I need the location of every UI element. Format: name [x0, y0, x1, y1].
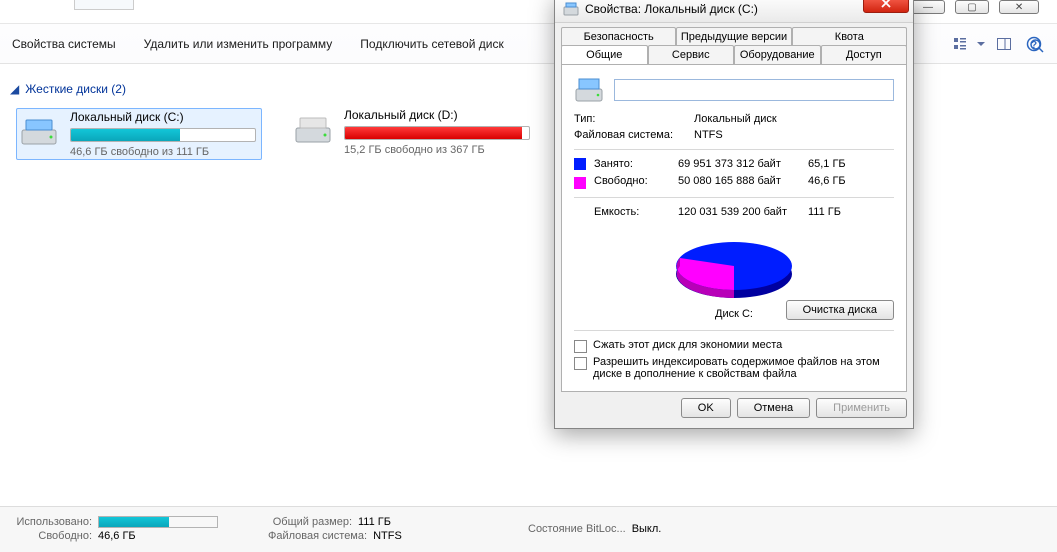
apply-button[interactable]: Применить: [816, 398, 907, 418]
tab-sharing[interactable]: Доступ: [821, 45, 908, 64]
system-properties-link[interactable]: Свойства системы: [12, 37, 116, 51]
preview-thumb: [74, 0, 134, 10]
status-free-value: 46,6 ГБ: [98, 530, 136, 542]
capacity-bytes: 120 031 539 200 байт: [678, 206, 808, 218]
drive-name: Локальный диск (D:): [344, 108, 538, 122]
window-controls: — ▢ ✕: [911, 0, 1039, 14]
tab-security[interactable]: Безопасность: [561, 27, 676, 46]
index-label: Разрешить индексировать содержимое файло…: [593, 356, 894, 380]
status-free-label: Свободно:: [8, 530, 92, 542]
chevron-down-icon[interactable]: [977, 42, 985, 46]
volume-label-input[interactable]: [614, 79, 894, 101]
pie-chart: [654, 226, 814, 306]
status-total-label: Общий размер:: [268, 516, 352, 528]
dialog-close-button[interactable]: [863, 0, 909, 13]
status-used-label: Использовано:: [8, 516, 92, 528]
capacity-label: Емкость:: [594, 206, 678, 218]
ok-button[interactable]: OK: [681, 398, 731, 418]
drive-icon: [574, 75, 604, 105]
map-network-drive-link[interactable]: Подключить сетевой диск: [360, 37, 503, 51]
preview-pane-icon[interactable]: [993, 33, 1015, 55]
tab-panel-general: Тип:Локальный диск Файловая система:NTFS…: [561, 64, 907, 392]
status-bitlocker-label: Состояние BitLoc...: [528, 523, 626, 535]
free-bytes: 50 080 165 888 байт: [678, 175, 808, 187]
drive-icon: [292, 112, 334, 148]
drive-icon: [18, 114, 60, 150]
free-gb: 46,6 ГБ: [808, 175, 894, 187]
status-fs-value: NTFS: [373, 530, 402, 542]
free-color-swatch: [574, 177, 586, 189]
dialog-titlebar[interactable]: Свойства: Локальный диск (C:): [555, 0, 913, 23]
drive-icon: [563, 1, 579, 17]
type-value: Локальный диск: [694, 113, 777, 125]
close-icon: [880, 0, 892, 8]
maximize-button[interactable]: ▢: [955, 0, 989, 14]
capacity-gb: 111 ГБ: [808, 206, 894, 218]
drive-free-text: 46,6 ГБ свободно из 111 ГБ: [70, 146, 260, 158]
tab-general[interactable]: Общие: [561, 45, 648, 64]
used-bytes: 69 951 373 312 байт: [678, 158, 808, 170]
compress-label: Сжать этот диск для экономии места: [593, 339, 782, 351]
drive-name: Локальный диск (C:): [70, 110, 260, 124]
search-icon[interactable]: [1029, 38, 1045, 57]
used-color-swatch: [574, 158, 586, 170]
drive-free-text: 15,2 ГБ свободно из 367 ГБ: [344, 144, 538, 156]
index-checkbox[interactable]: [574, 357, 587, 370]
drive-tile-d[interactable]: Локальный диск (D:) 15,2 ГБ свободно из …: [292, 108, 538, 160]
cancel-button[interactable]: Отмена: [737, 398, 810, 418]
status-bitlocker-value: Выкл.: [632, 523, 662, 535]
type-label: Тип:: [574, 113, 694, 125]
status-total-value: 111 ГБ: [358, 516, 391, 528]
usage-bar: [344, 126, 530, 140]
tab-hardware[interactable]: Оборудование: [734, 45, 821, 64]
uninstall-program-link[interactable]: Удалить или изменить программу: [144, 37, 333, 51]
usage-bar: [70, 128, 256, 142]
tab-previous-versions[interactable]: Предыдущие версии: [676, 27, 791, 46]
used-label: Занято:: [594, 158, 678, 170]
pie-label: Диск C:: [715, 308, 753, 320]
status-strip: Использовано: Свободно: 46,6 ГБ Общий раз…: [0, 506, 1057, 552]
fs-value: NTFS: [694, 129, 723, 141]
close-button[interactable]: ✕: [999, 0, 1039, 14]
collapse-triangle-icon: ◢: [10, 82, 19, 96]
dialog-title-text: Свойства: Локальный диск (C:): [585, 2, 758, 16]
compress-checkbox[interactable]: [574, 340, 587, 353]
status-used-bar: [98, 516, 218, 528]
properties-dialog: Свойства: Локальный диск (C:) Безопаснос…: [554, 0, 914, 429]
minimize-button[interactable]: —: [911, 0, 945, 14]
fs-label: Файловая система:: [574, 129, 694, 141]
tab-tools[interactable]: Сервис: [648, 45, 735, 64]
tab-quota[interactable]: Квота: [792, 27, 907, 46]
used-gb: 65,1 ГБ: [808, 158, 894, 170]
free-label: Свободно:: [594, 175, 678, 187]
drive-tile-c[interactable]: Локальный диск (C:) 46,6 ГБ свободно из …: [16, 108, 262, 160]
status-fs-label: Файловая система:: [268, 530, 367, 542]
view-options-icon[interactable]: [949, 33, 971, 55]
